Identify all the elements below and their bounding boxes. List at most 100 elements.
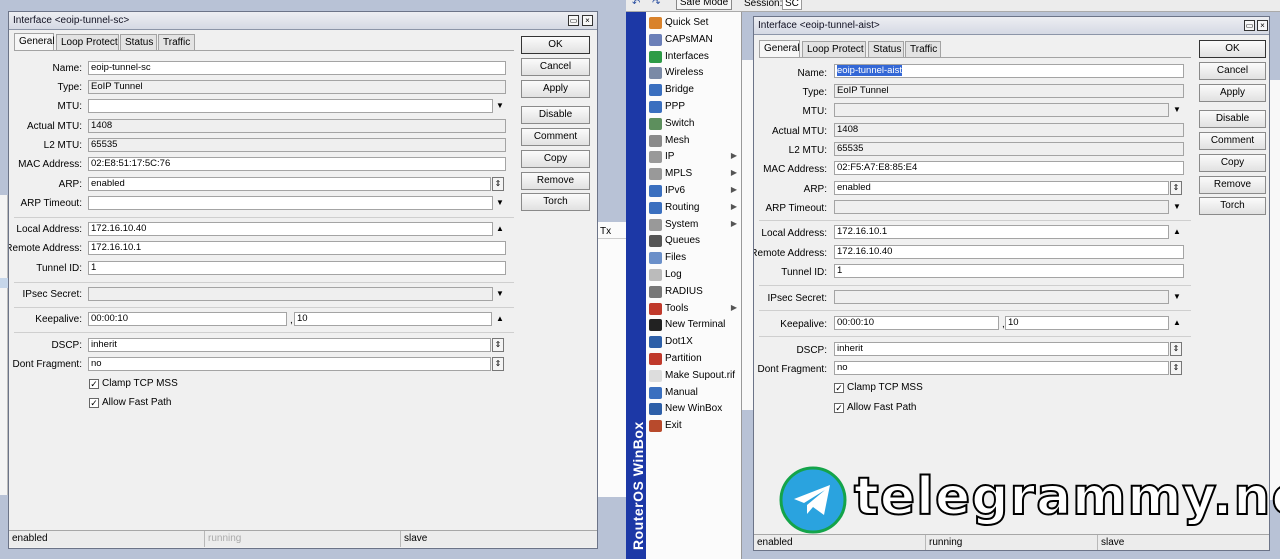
menu-item-ppp[interactable]: PPP [646, 99, 742, 116]
dont-fragment-dropdown-icon[interactable]: ⇕ [1170, 361, 1182, 375]
window-titlebar[interactable]: Interface <eoip-tunnel-sc> ▭ × [9, 12, 597, 30]
arp-timeout-field[interactable] [88, 196, 493, 210]
tab-status[interactable]: Status [868, 41, 904, 57]
tunnel-id-field[interactable]: 1 [834, 264, 1184, 278]
ipsec-secret-field[interactable] [88, 287, 493, 301]
mtu-field[interactable] [834, 103, 1169, 117]
undo-icon[interactable]: ↶ [632, 0, 640, 9]
arp-dropdown-icon[interactable]: ⇕ [492, 177, 504, 191]
remove-button[interactable]: Remove [1199, 176, 1266, 194]
remote-address-field[interactable]: 172.16.10.40 [834, 245, 1184, 259]
menu-item-wireless[interactable]: Wireless [646, 65, 742, 82]
session-value[interactable]: SC [782, 0, 802, 10]
dont-fragment-select[interactable]: no [834, 361, 1169, 375]
arp-select[interactable]: enabled [88, 177, 491, 191]
cancel-button[interactable]: Cancel [1199, 62, 1266, 80]
dscp-select[interactable]: inherit [834, 342, 1169, 356]
menu-item-tools[interactable]: Tools ▶ [646, 301, 742, 318]
restore-icon[interactable]: ▭ [1244, 20, 1255, 31]
menu-item-new-winbox[interactable]: New WinBox [646, 401, 742, 418]
menu-item-mesh[interactable]: Mesh [646, 133, 742, 150]
ok-button[interactable]: OK [1199, 40, 1266, 58]
redo-icon[interactable]: ↷ [652, 0, 660, 9]
cancel-button[interactable]: Cancel [521, 58, 590, 76]
mac-address-field[interactable]: 02:F5:A7:E8:85:E4 [834, 161, 1184, 175]
menu-item-make-supout-rif[interactable]: Make Supout.rif [646, 368, 742, 385]
arp-select[interactable]: enabled [834, 181, 1169, 195]
tab-loop-protect[interactable]: Loop Protect [56, 34, 119, 50]
remote-address-field[interactable]: 172.16.10.1 [88, 241, 506, 255]
menu-item-ip[interactable]: IP ▶ [646, 149, 742, 166]
menu-item-radius[interactable]: RADIUS [646, 284, 742, 301]
tunnel-id-field[interactable]: 1 [88, 261, 506, 275]
ipsec-secret-dropdown-icon[interactable]: ▼ [1171, 291, 1183, 303]
tab-loop-protect[interactable]: Loop Protect [802, 41, 866, 57]
menu-item-quick-set[interactable]: Quick Set [646, 15, 742, 32]
dscp-select[interactable]: inherit [88, 338, 491, 352]
menu-item-capsman[interactable]: CAPsMAN [646, 32, 742, 49]
menu-item-bridge[interactable]: Bridge [646, 82, 742, 99]
mtu-dropdown-icon[interactable]: ▼ [494, 100, 506, 112]
keepalive-interval-field[interactable]: 00:00:10 [834, 316, 999, 330]
tab-traffic[interactable]: Traffic [158, 34, 195, 50]
dont-fragment-select[interactable]: no [88, 357, 491, 371]
keepalive-interval-field[interactable]: 00:00:10 [88, 312, 287, 326]
clamp-tcp-mss-checkbox[interactable]: ✓ [834, 383, 844, 393]
ipsec-secret-field[interactable] [834, 290, 1169, 304]
keepalive-collapse-icon[interactable]: ▲ [1171, 317, 1183, 329]
tab-general[interactable]: General [14, 33, 55, 51]
keepalive-count-field[interactable]: 10 [294, 312, 492, 326]
local-address-field[interactable]: 172.16.10.1 [834, 225, 1169, 239]
clamp-tcp-mss-checkbox[interactable]: ✓ [89, 379, 99, 389]
menu-item-dot1x[interactable]: Dot1X [646, 334, 742, 351]
copy-button[interactable]: Copy [521, 150, 590, 168]
disable-button[interactable]: Disable [1199, 110, 1266, 128]
menu-item-ipv6[interactable]: IPv6 ▶ [646, 183, 742, 200]
menu-item-new-terminal[interactable]: New Terminal [646, 317, 742, 334]
tab-traffic[interactable]: Traffic [905, 41, 941, 57]
menu-item-system[interactable]: System ▶ [646, 217, 742, 234]
menu-item-log[interactable]: Log [646, 267, 742, 284]
apply-button[interactable]: Apply [521, 80, 590, 98]
name-field[interactable]: eoip-tunnel-sc [88, 61, 506, 75]
dscp-dropdown-icon[interactable]: ⇕ [1170, 342, 1182, 356]
arp-timeout-dropdown-icon[interactable]: ▼ [1171, 201, 1183, 213]
arp-timeout-dropdown-icon[interactable]: ▼ [494, 197, 506, 209]
menu-item-interfaces[interactable]: Interfaces [646, 49, 742, 66]
copy-button[interactable]: Copy [1199, 154, 1266, 172]
torch-button[interactable]: Torch [1199, 197, 1266, 215]
mtu-dropdown-icon[interactable]: ▼ [1171, 104, 1183, 116]
keepalive-collapse-icon[interactable]: ▲ [494, 313, 506, 325]
menu-item-exit[interactable]: Exit [646, 418, 742, 435]
menu-item-routing[interactable]: Routing ▶ [646, 200, 742, 217]
arp-timeout-field[interactable] [834, 200, 1169, 214]
tab-general[interactable]: General [759, 40, 800, 58]
allow-fast-path-checkbox[interactable]: ✓ [89, 398, 99, 408]
restore-icon[interactable]: ▭ [568, 15, 579, 26]
close-icon[interactable]: × [582, 15, 593, 26]
local-address-collapse-icon[interactable]: ▲ [494, 223, 506, 235]
local-address-collapse-icon[interactable]: ▲ [1171, 226, 1183, 238]
allow-fast-path-checkbox[interactable]: ✓ [834, 403, 844, 413]
menu-item-partition[interactable]: Partition [646, 351, 742, 368]
ok-button[interactable]: OK [521, 36, 590, 54]
menu-item-queues[interactable]: Queues [646, 233, 742, 250]
name-field[interactable]: eoip-tunnel-aist [834, 64, 1184, 78]
dscp-dropdown-icon[interactable]: ⇕ [492, 338, 504, 352]
menu-item-mpls[interactable]: MPLS ▶ [646, 166, 742, 183]
safe-mode-button[interactable]: Safe Mode [676, 0, 732, 10]
ipsec-secret-dropdown-icon[interactable]: ▼ [494, 288, 506, 300]
mtu-field[interactable] [88, 99, 493, 113]
menu-item-files[interactable]: Files [646, 250, 742, 267]
comment-button[interactable]: Comment [1199, 132, 1266, 150]
torch-button[interactable]: Torch [521, 193, 590, 211]
comment-button[interactable]: Comment [521, 128, 590, 146]
menu-item-switch[interactable]: Switch [646, 116, 742, 133]
mac-address-field[interactable]: 02:E8:51:17:5C:76 [88, 157, 506, 171]
disable-button[interactable]: Disable [521, 106, 590, 124]
window-titlebar[interactable]: Interface <eoip-tunnel-aist> ▭ × [754, 17, 1269, 35]
dont-fragment-dropdown-icon[interactable]: ⇕ [492, 357, 504, 371]
apply-button[interactable]: Apply [1199, 84, 1266, 102]
arp-dropdown-icon[interactable]: ⇕ [1170, 181, 1182, 195]
menu-item-manual[interactable]: Manual [646, 385, 742, 402]
